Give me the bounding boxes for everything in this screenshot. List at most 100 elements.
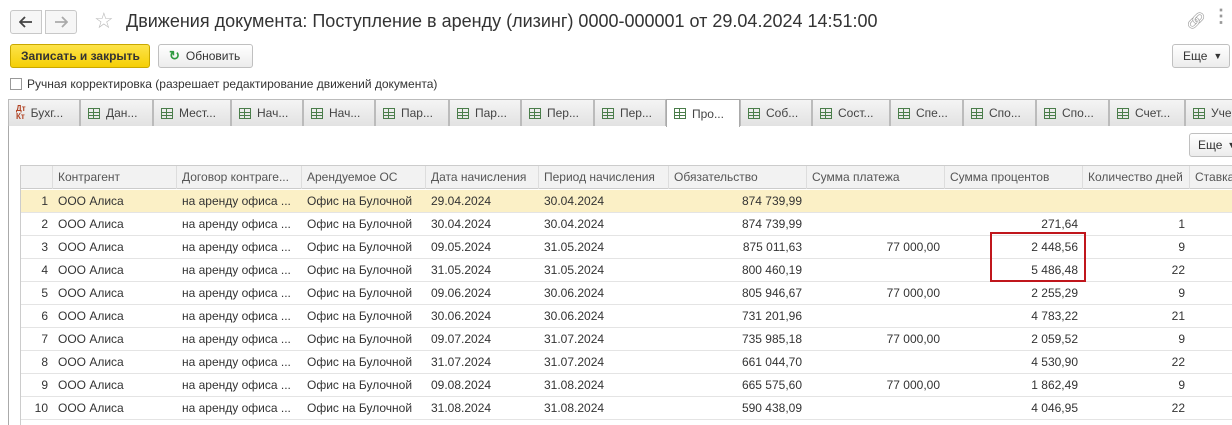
table-row[interactable]: 9 ООО Алиса на аренду офиса ... Офис на Бул… xyxy=(21,374,1232,397)
column-header[interactable]: Количество дней xyxy=(1083,166,1190,189)
tab-11[interactable]: Соб... xyxy=(740,99,812,126)
tab-12[interactable]: Сост... xyxy=(812,99,890,126)
table-cell: 2 059,52 xyxy=(1031,332,1078,346)
column-header[interactable]: Обязательство xyxy=(669,166,807,189)
tab-7[interactable]: Пар... xyxy=(449,99,521,126)
table-cell: 800 460,19 xyxy=(741,263,802,277)
column-header[interactable]: Дата начисления xyxy=(426,166,539,189)
column-header[interactable] xyxy=(21,166,53,189)
column-header[interactable]: Контрагент xyxy=(53,166,177,189)
table-cell xyxy=(807,305,945,328)
table-cell xyxy=(1083,190,1190,213)
table-cell: 22 xyxy=(1171,401,1185,415)
window-title: Движения документа: Поступление в аренду… xyxy=(126,11,878,31)
star-icon[interactable]: ☆ xyxy=(94,9,114,33)
column-header[interactable]: Ставка xyxy=(1190,166,1232,189)
tab-label: Уче xyxy=(1211,106,1232,120)
accounting-icon: Дт Кт xyxy=(16,104,26,121)
tab-2[interactable]: Дан... xyxy=(80,99,153,126)
table-cell: 77 000,00 xyxy=(886,378,940,392)
tab-8[interactable]: Пер... xyxy=(521,99,594,126)
forward-button[interactable] xyxy=(45,10,77,34)
tab-label: Пер... xyxy=(620,106,652,120)
tab-4[interactable]: Нач... xyxy=(231,99,303,126)
tab-6[interactable]: Пар... xyxy=(375,99,449,126)
table-row[interactable]: 8 ООО Алиса на аренду офиса ... Офис на Бул… xyxy=(21,351,1232,374)
table-cell: на аренду офиса ... xyxy=(182,194,291,208)
table-cell xyxy=(807,397,945,420)
table-cell: 29.04.2024 xyxy=(431,194,492,208)
register-icon xyxy=(674,108,686,119)
tab-14[interactable]: Спо... xyxy=(963,99,1036,126)
table-cell: 30.06.2024 xyxy=(431,309,492,323)
table-cell: 590 438,09 xyxy=(741,401,802,415)
table-cell: 9 xyxy=(1178,378,1185,392)
table-cell: 31.05.2024 xyxy=(544,240,605,254)
table-cell: 21 xyxy=(1171,309,1185,323)
column-header[interactable]: Арендуемое ОС xyxy=(302,166,426,189)
table-cell: 30.04.2024 xyxy=(544,217,605,231)
column-header[interactable]: Сумма процентов xyxy=(945,166,1083,189)
tab-label: Спе... xyxy=(916,106,948,120)
table-cell: на аренду офиса ... xyxy=(182,401,291,415)
register-icon xyxy=(602,107,614,119)
column-header[interactable]: Период начисления xyxy=(539,166,669,189)
table-cell: ООО Алиса xyxy=(58,263,124,277)
table-cell: 77 000,00 xyxy=(886,332,940,346)
table-cell: 77 000,00 xyxy=(886,286,940,300)
save-close-button[interactable]: Записать и закрыть xyxy=(10,44,150,68)
tab-5[interactable]: Нач... xyxy=(303,99,375,126)
table-cell: на аренду офиса ... xyxy=(182,309,291,323)
table-row[interactable]: 5 ООО Алиса на аренду офиса ... Офис на Бул… xyxy=(21,282,1232,305)
manual-correction-checkbox[interactable] xyxy=(10,78,22,90)
table-cell: 09.08.2024 xyxy=(431,378,492,392)
tab-label: Нач... xyxy=(329,106,361,120)
table-row[interactable]: 7 ООО Алиса на аренду офиса ... Офис на Бул… xyxy=(21,328,1232,351)
tab-9[interactable]: Пер... xyxy=(594,99,666,126)
table-cell: 3 xyxy=(41,240,48,254)
tab-15[interactable]: Спо... xyxy=(1036,99,1109,126)
register-icon xyxy=(457,107,469,119)
tab-1[interactable]: Дт Кт Бухг... xyxy=(8,99,80,126)
table-row[interactable]: 10 ООО Алиса на аренду офиса ... Офис на Бу… xyxy=(21,397,1232,420)
column-header[interactable]: Договор контраге... xyxy=(177,166,302,189)
table-cell: на аренду офиса ... xyxy=(182,286,291,300)
tab-3[interactable]: Мест... xyxy=(153,99,231,126)
table-cell: на аренду офиса ... xyxy=(182,332,291,346)
table-row[interactable]: 6 ООО Алиса на аренду офиса ... Офис на Бул… xyxy=(21,305,1232,328)
table-header: Контрагент Договор контраге... Арендуемое … xyxy=(21,166,1232,189)
refresh-button[interactable]: ↻ Обновить xyxy=(158,44,253,68)
more-button[interactable]: Еще ▼ xyxy=(1172,44,1230,68)
tab-label: Нач... xyxy=(257,106,289,120)
tab-10[interactable]: Про... xyxy=(666,99,740,127)
manual-correction-row[interactable]: Ручная корректировка (разрешает редактир… xyxy=(10,77,437,91)
grid-more-label: Еще xyxy=(1198,138,1223,152)
tab-16[interactable]: Счет... xyxy=(1109,99,1185,126)
register-icon xyxy=(161,107,173,119)
table-cell: 875 011,63 xyxy=(742,240,802,254)
table-cell: 8 xyxy=(41,355,48,369)
table-cell: 735 985,18 xyxy=(741,332,802,346)
table-cell: 6 xyxy=(41,309,48,323)
movements-table: Контрагент Договор контраге... Арендуемое … xyxy=(20,165,1232,425)
table-cell: 1 xyxy=(1178,217,1185,231)
table-row[interactable]: 1 ООО Алиса на аренду офиса ... Офис на Бул… xyxy=(21,190,1232,213)
register-icon xyxy=(88,107,100,119)
table-cell: 805 946,67 xyxy=(741,286,802,300)
tab-17[interactable]: Уче xyxy=(1185,99,1232,126)
table-cell: 31.08.2024 xyxy=(431,401,492,415)
table-cell: 10 xyxy=(34,401,48,415)
tab-label: Спо... xyxy=(989,106,1021,120)
back-button[interactable] xyxy=(10,10,42,34)
register-icon xyxy=(311,107,323,119)
table-cell: Офис на Булочной xyxy=(307,355,413,369)
register-icon xyxy=(383,107,395,119)
table-cell: 30.06.2024 xyxy=(544,309,605,323)
link-icon[interactable]: 🔗︎ xyxy=(1186,12,1206,32)
grid-more-button[interactable]: Еще ▼ xyxy=(1189,133,1232,157)
more-icon[interactable]: ⋮ xyxy=(1212,6,1230,26)
tab-13[interactable]: Спе... xyxy=(890,99,963,126)
tab-label: Мест... xyxy=(179,106,216,120)
column-header[interactable]: Сумма платежа xyxy=(807,166,945,189)
table-cell: на аренду офиса ... xyxy=(182,355,291,369)
